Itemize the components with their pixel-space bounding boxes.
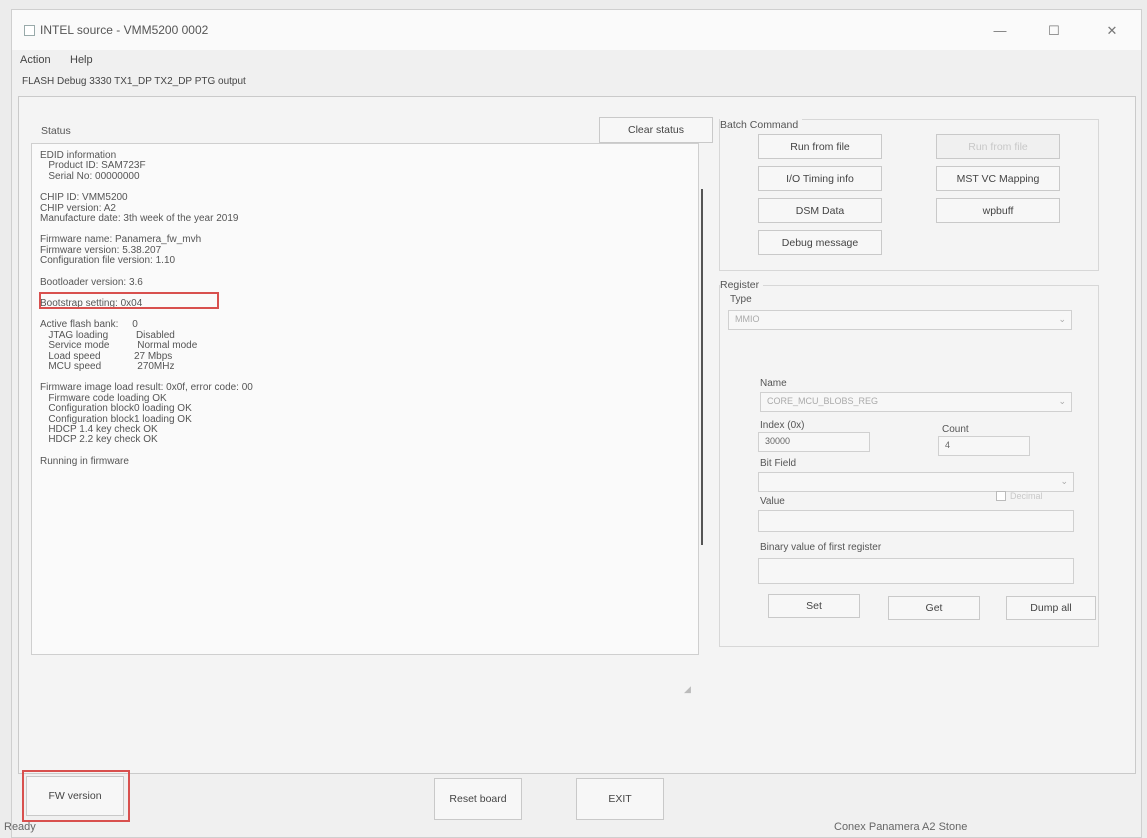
- bitfield-select[interactable]: ⌄: [758, 472, 1074, 492]
- menu-help[interactable]: Help: [70, 54, 93, 66]
- binary-value-field: [758, 558, 1074, 584]
- status-device-info: Conex Panamera A2 Stone: [834, 821, 968, 833]
- type-value: MMIO: [735, 314, 760, 324]
- count-label: Count: [942, 424, 969, 435]
- wpbuff-button[interactable]: wpbuff: [936, 198, 1060, 223]
- status-line: MCU speed 270MHz: [40, 361, 175, 372]
- count-input[interactable]: 4: [938, 436, 1030, 456]
- disabled-button[interactable]: Run from file: [936, 134, 1060, 159]
- bitfield-label: Bit Field: [760, 458, 797, 469]
- name-value: CORE_MCU_BLOBS_REG: [767, 396, 879, 406]
- name-label: Name: [760, 378, 787, 389]
- tab-labels[interactable]: FLASH Debug 3330 TX1_DP TX2_DP PTG outpu…: [22, 76, 246, 87]
- status-bar: Ready Conex Panamera A2 Stone: [4, 819, 1143, 837]
- minimize-button[interactable]: —: [980, 20, 1020, 42]
- debug-message-button[interactable]: Debug message: [758, 230, 882, 255]
- fw-version-highlight: [22, 770, 130, 822]
- register-title: Register: [720, 279, 764, 291]
- index-label: Index (0x): [760, 420, 805, 431]
- status-line: Configuration block1 loading OK: [40, 413, 192, 425]
- status-line: Firmware version: 5.38.207: [40, 244, 162, 256]
- window-title: INTEL source - VMM5200 0002: [40, 23, 209, 37]
- status-line: Firmware name: Panamera_fw_mvh: [40, 234, 202, 246]
- status-text-area[interactable]: EDID information Product ID: SAM723F Ser…: [31, 143, 699, 694]
- status-line: Bootloader version: 3.6: [40, 276, 143, 288]
- status-line: JTAG loading Disabled: [40, 329, 175, 341]
- status-line: Configuration file version: 1.10: [40, 255, 176, 267]
- status-ready: Ready: [4, 821, 36, 833]
- status-line: HDCP 2.2 key check OK: [40, 434, 158, 446]
- menu-bar: Action Help: [12, 52, 1141, 70]
- firmware-version-highlight: [39, 292, 219, 309]
- status-line: EDID information: [40, 150, 117, 161]
- status-line: Manufacture date: 3th week of the year 2…: [40, 213, 239, 224]
- timing-info-button[interactable]: I/O Timing info: [758, 166, 882, 191]
- name-select[interactable]: CORE_MCU_BLOBS_REG ⌄: [760, 392, 1072, 412]
- menu-action[interactable]: Action: [20, 54, 51, 66]
- set-button[interactable]: Set: [768, 594, 860, 618]
- status-line: HDCP 1.4 key check OK: [40, 424, 158, 435]
- status-line: Active flash bank: 0: [40, 319, 138, 331]
- dsm-data-button[interactable]: DSM Data: [758, 198, 882, 223]
- resize-grip-icon: ◢: [684, 684, 691, 694]
- dump-all-button[interactable]: Dump all: [1006, 596, 1096, 620]
- maximize-button[interactable]: ☐: [1034, 20, 1074, 42]
- type-select[interactable]: MMIO ⌄: [728, 310, 1072, 330]
- status-line: Running in firmware: [40, 455, 129, 467]
- register-group: Register Type MMIO ⌄ Name CORE_MCU_BLOBS…: [719, 279, 1099, 647]
- bottom-bar: FW version Reset board EXIT: [18, 770, 1136, 822]
- mst-vc-mapping-button[interactable]: MST VC Mapping: [936, 166, 1060, 191]
- type-label: Type: [730, 294, 752, 305]
- status-line: Serial No: 00000000: [40, 170, 140, 182]
- reset-board-button[interactable]: Reset board: [434, 778, 522, 820]
- value-input[interactable]: [758, 510, 1074, 532]
- chevron-down-icon: ⌄: [1058, 396, 1066, 406]
- decimal-checkbox[interactable]: [996, 491, 1006, 501]
- status-line: Firmware code loading OK: [40, 392, 167, 404]
- chevron-down-icon: ⌄: [1060, 476, 1068, 486]
- batch-command-group: Batch Command Run from file Run from fil…: [719, 119, 1099, 271]
- clear-status-button[interactable]: Clear status: [599, 117, 713, 143]
- value-label: Value: [760, 496, 785, 507]
- status-divider: [701, 189, 703, 545]
- status-title: Status: [41, 125, 71, 137]
- status-line: CHIP ID: VMM5200: [40, 192, 128, 204]
- index-input[interactable]: 30000: [758, 432, 870, 452]
- decimal-checkbox-label: Decimal: [1010, 491, 1043, 501]
- status-line: Product ID: SAM723F: [40, 160, 146, 172]
- app-window: INTEL source - VMM5200 0002 — ☐ ✕ Action…: [4, 9, 1143, 838]
- batch-title: Batch Command: [720, 119, 803, 131]
- run-from-file-button[interactable]: Run from file: [758, 134, 882, 159]
- app-icon: [24, 25, 35, 36]
- main-panel: Status Clear status EDID information Pro…: [18, 96, 1136, 774]
- status-line: Load speed 27 Mbps: [40, 350, 173, 362]
- title-bar[interactable]: INTEL source - VMM5200 0002 — ☐ ✕: [12, 10, 1141, 50]
- status-line: Firmware image load result: 0x0f, error …: [40, 382, 253, 394]
- status-line: CHIP version: A2: [40, 202, 116, 214]
- exit-button[interactable]: EXIT: [576, 778, 664, 820]
- status-line: Service mode Normal mode: [40, 340, 198, 352]
- tab-strip: FLASH Debug 3330 TX1_DP TX2_DP PTG outpu…: [12, 72, 1141, 94]
- get-button[interactable]: Get: [888, 596, 980, 620]
- binary-label: Binary value of first register: [760, 542, 882, 553]
- close-button[interactable]: ✕: [1092, 20, 1132, 42]
- chevron-down-icon: ⌄: [1058, 314, 1066, 324]
- status-line: Configuration block0 loading OK: [40, 403, 192, 415]
